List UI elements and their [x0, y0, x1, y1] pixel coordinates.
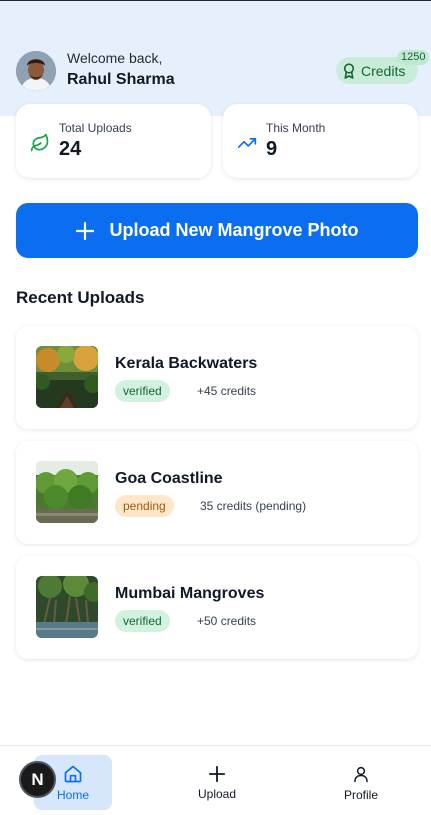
upload-title: Kerala Backwaters: [115, 355, 258, 372]
upload-title: Goa Coastline: [115, 470, 223, 487]
dev-tools-badge[interactable]: N: [19, 761, 56, 798]
upload-card[interactable]: Goa Coastline pending 35 credits (pendin…: [16, 441, 418, 544]
upload-thumbnail: [36, 576, 98, 638]
upload-card[interactable]: Kerala Backwaters verified +45 credits: [16, 326, 418, 429]
upload-thumbnail: [36, 346, 98, 408]
avatar[interactable]: [16, 51, 56, 91]
stat-value: 9: [266, 138, 278, 160]
upload-title: Mumbai Mangroves: [115, 585, 265, 602]
upload-credits: +50 credits: [197, 614, 257, 628]
user-name: Rahul Sharma: [67, 71, 175, 88]
status-badge: verified: [115, 380, 170, 402]
status-badge: pending: [115, 495, 174, 517]
nav-label: Upload: [197, 786, 237, 801]
credits-label: Credits: [361, 62, 406, 79]
plus-icon: [76, 221, 95, 240]
nav-item-profile[interactable]: Profile: [322, 755, 400, 810]
upload-credits: 35 credits (pending): [200, 499, 307, 513]
upload-button-label: Upload New Mangrove Photo: [109, 220, 359, 240]
nav-label: Home: [56, 787, 89, 802]
status-badge: verified: [115, 610, 170, 632]
recent-uploads-title: Recent Uploads: [16, 288, 145, 307]
upload-card[interactable]: Mumbai Mangroves verified +50 credits: [16, 556, 418, 659]
award-icon: [343, 62, 355, 79]
upload-photo-button[interactable]: Upload New Mangrove Photo: [16, 203, 418, 258]
welcome-text: Welcome back,: [67, 50, 163, 66]
user-icon: [354, 766, 368, 782]
mumbai-mangroves-photo: [36, 576, 98, 638]
trending-up-icon: [237, 138, 257, 148]
nav-item-upload[interactable]: Upload: [178, 755, 256, 810]
stat-label: Total Uploads: [59, 121, 132, 135]
user-avatar: [16, 51, 56, 91]
plus-icon: [208, 765, 226, 782]
coastline-photo: [36, 461, 98, 523]
stat-label: This Month: [266, 121, 326, 135]
stat-card-total-uploads: Total Uploads 24: [16, 104, 211, 178]
leaf-icon: [30, 133, 49, 152]
stat-card-this-month: This Month 9: [223, 104, 418, 178]
home-icon: [64, 765, 82, 782]
upload-credits: +45 credits: [197, 384, 257, 398]
credits-count-badge: 1250: [397, 50, 430, 65]
bottom-nav: Home Upload Profile: [0, 745, 431, 815]
nav-label: Profile: [343, 787, 378, 802]
backwaters-photo: [36, 346, 98, 408]
stat-value: 24: [59, 138, 82, 160]
upload-thumbnail: [36, 461, 98, 523]
